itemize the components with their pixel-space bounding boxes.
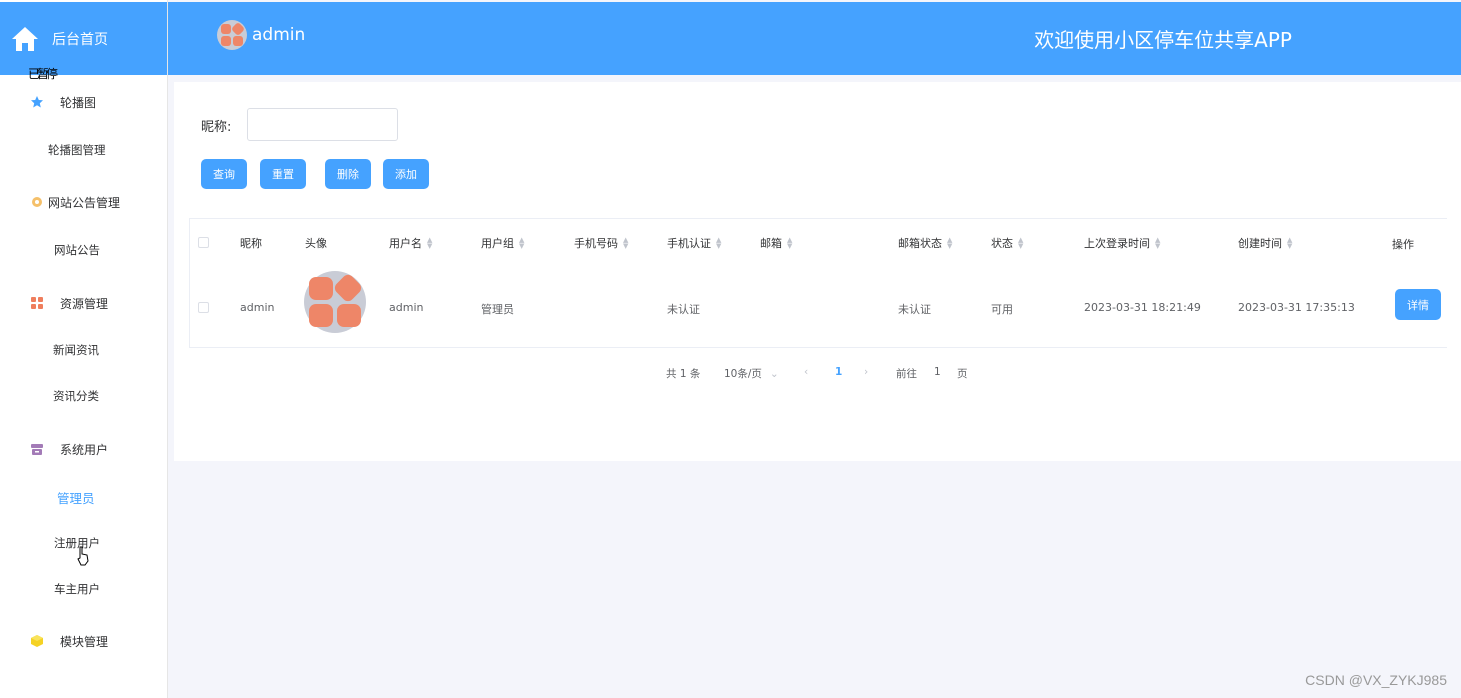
header-actions: 操作 [1392, 236, 1414, 252]
sort-icon[interactable]: ▲ ▼ [519, 237, 524, 250]
cell-created: 2023-03-31 17:35:13 [1238, 301, 1355, 314]
header-nickname: 昵称 [240, 235, 262, 251]
cell-status: 可用 [991, 303, 1013, 316]
header-label: 用户组 [481, 237, 514, 250]
menu-group-label: 网站公告管理 [48, 195, 121, 210]
page-number-1[interactable]: 1 [835, 366, 842, 378]
cell-nickname: admin [240, 301, 275, 314]
sort-icon[interactable]: ▲ ▼ [716, 237, 721, 250]
reset-button[interactable]: 重置 [260, 159, 306, 189]
header-avatar: 头像 [305, 235, 327, 251]
header-label: 创建时间 [1238, 237, 1282, 250]
detail-button[interactable]: 详情 [1395, 289, 1441, 320]
goto-page-input[interactable]: 1 [934, 366, 941, 378]
header-label: 手机号码 [574, 237, 618, 250]
grid-icon [31, 297, 43, 309]
row-checkbox[interactable] [198, 302, 209, 313]
page-title: 欢迎使用小区停车位共享APP [1034, 28, 1292, 52]
menu-group-label: 轮播图 [60, 95, 97, 110]
page-suffix: 页 [957, 368, 968, 380]
paused-overlay-text: 已暂停 [28, 67, 58, 81]
sort-icon[interactable]: ▲ ▼ [947, 237, 952, 250]
menu-group-resources[interactable]: 资源管理 [0, 293, 167, 313]
main-panel: 昵称: 查询 重置 删除 添加 昵称 头像 用户名 ▲ ▼ 用户组 ▲ ▼ 手机号码 ▲ ▼… [174, 82, 1461, 461]
header-label: 状态 [991, 237, 1013, 250]
header-email[interactable]: 邮箱 ▲ ▼ [760, 235, 792, 251]
header-label: 昵称 [240, 237, 262, 250]
header-label: 用户名 [389, 237, 422, 250]
row-avatar [304, 271, 366, 333]
menu-group-system-users[interactable]: 系统用户 [0, 439, 167, 459]
header-email-status[interactable]: 邮箱状态 ▲ ▼ [898, 235, 952, 251]
cell-phone-verified: 未认证 [667, 303, 700, 316]
menu-group-notice[interactable]: 网站公告管理 [0, 192, 167, 212]
sort-icon[interactable]: ▲ ▼ [1018, 237, 1023, 250]
menu-group-label: 模块管理 [60, 634, 109, 649]
home-icon [12, 26, 38, 51]
page-size-value: 10条/页 [724, 368, 762, 380]
header-status[interactable]: 状态 ▲ ▼ [991, 235, 1023, 251]
home-link[interactable]: 后台首页 [0, 2, 167, 75]
header-last-login[interactable]: 上次登录时间 ▲ ▼ [1084, 235, 1160, 251]
cell-email-status: 未认证 [898, 303, 931, 316]
menu-group-label: 系统用户 [60, 442, 109, 457]
menu-item-site-notice[interactable]: 网站公告 [54, 242, 100, 258]
gear-icon [32, 197, 42, 207]
chevron-down-icon: ⌄ [769, 368, 779, 380]
pagination-total: 共 1 条 [666, 368, 701, 380]
select-all-checkbox[interactable] [198, 237, 209, 248]
user-avatar[interactable] [217, 20, 247, 50]
header-label: 操作 [1392, 238, 1414, 251]
add-button[interactable]: 添加 [383, 159, 429, 189]
menu-group-carousel[interactable]: 轮播图 [0, 92, 167, 112]
page-size-select[interactable]: 10条/页 ⌄ [724, 366, 779, 381]
menu-item-admin[interactable]: 管理员 [57, 488, 95, 507]
sidebar: 后台首页 已暂停 轮播图 轮播图管理 网站公告管理 网站公告 资源管理 新闻资讯… [0, 0, 168, 698]
header-phone-verified[interactable]: 手机认证 ▲ ▼ [667, 235, 721, 251]
menu-item-news[interactable]: 新闻资讯 [53, 342, 99, 358]
cell-username: admin [389, 301, 424, 314]
search-label: 昵称: [201, 120, 232, 135]
menu-group-modules[interactable]: 模块管理 [0, 631, 167, 651]
menu-item-news-category[interactable]: 资讯分类 [53, 388, 99, 404]
goto-label: 前往 [896, 368, 917, 380]
menu-item-carousel-manage[interactable]: 轮播图管理 [48, 142, 106, 158]
users-table: 昵称 头像 用户名 ▲ ▼ 用户组 ▲ ▼ 手机号码 ▲ ▼ 手机认证 ▲ ▼ 邮箱 ▲ ▼ 邮箱状… [189, 218, 1447, 348]
sort-icon[interactable]: ▲ ▼ [1155, 237, 1160, 250]
cube-icon [31, 635, 43, 647]
delete-button[interactable]: 删除 [325, 159, 371, 189]
header-created[interactable]: 创建时间 ▲ ▼ [1238, 235, 1292, 251]
header-label: 邮箱 [760, 237, 782, 250]
watermark-text: CSDN @VX_ZYKJ985 [1305, 672, 1447, 688]
header-username[interactable]: 用户名 ▲ ▼ [389, 235, 432, 251]
mouse-pointer-icon [77, 546, 89, 566]
query-button[interactable]: 查询 [201, 159, 247, 189]
next-page-icon[interactable]: › [864, 366, 868, 378]
sort-icon[interactable]: ▲ ▼ [427, 237, 432, 250]
header-label: 上次登录时间 [1084, 237, 1150, 250]
header-label: 邮箱状态 [898, 237, 942, 250]
sort-icon[interactable]: ▲ ▼ [787, 237, 792, 250]
header-label: 手机认证 [667, 237, 711, 250]
home-label: 后台首页 [52, 31, 108, 48]
sort-icon[interactable]: ▲ ▼ [1287, 237, 1292, 250]
menu-item-car-owners[interactable]: 车主用户 [54, 581, 100, 597]
cell-user-group: 管理员 [481, 303, 514, 316]
box-icon [31, 444, 43, 455]
star-icon [31, 96, 43, 108]
header-phone[interactable]: 手机号码 ▲ ▼ [574, 235, 628, 251]
sort-icon[interactable]: ▲ ▼ [623, 237, 628, 250]
header-user-group[interactable]: 用户组 ▲ ▼ [481, 235, 524, 251]
cell-last-login: 2023-03-31 18:21:49 [1084, 301, 1201, 314]
top-header: admin 欢迎使用小区停车位共享APP [168, 2, 1461, 75]
prev-page-icon[interactable]: ‹ [804, 366, 808, 378]
menu-group-label: 资源管理 [60, 296, 109, 311]
header-username[interactable]: admin [252, 25, 305, 45]
header-label: 头像 [305, 237, 327, 250]
nickname-search-input[interactable] [247, 108, 398, 141]
